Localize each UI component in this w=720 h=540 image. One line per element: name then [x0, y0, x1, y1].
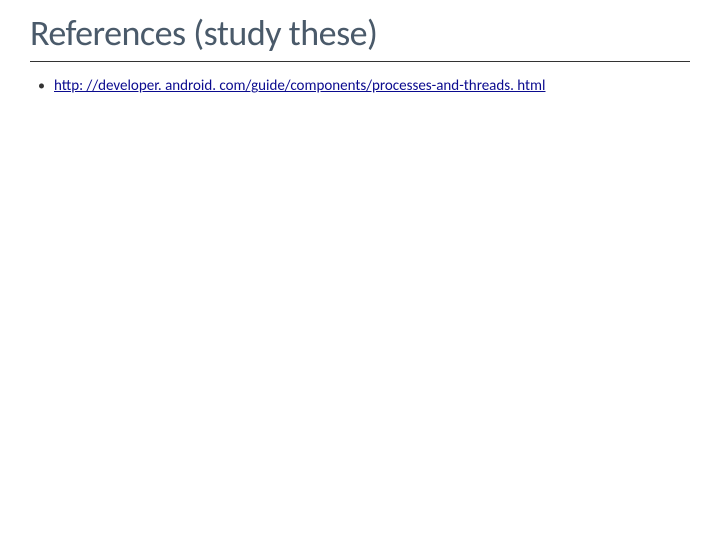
title-underline [30, 61, 690, 62]
reference-link[interactable]: http: //developer. android. com/guide/co… [54, 77, 545, 95]
list-item: http: //developer. android. com/guide/co… [54, 76, 690, 97]
slide-title: References (study these) [30, 12, 690, 55]
bullet-list: http: //developer. android. com/guide/co… [30, 76, 690, 97]
slide-container: References (study these) http: //develop… [0, 0, 720, 540]
